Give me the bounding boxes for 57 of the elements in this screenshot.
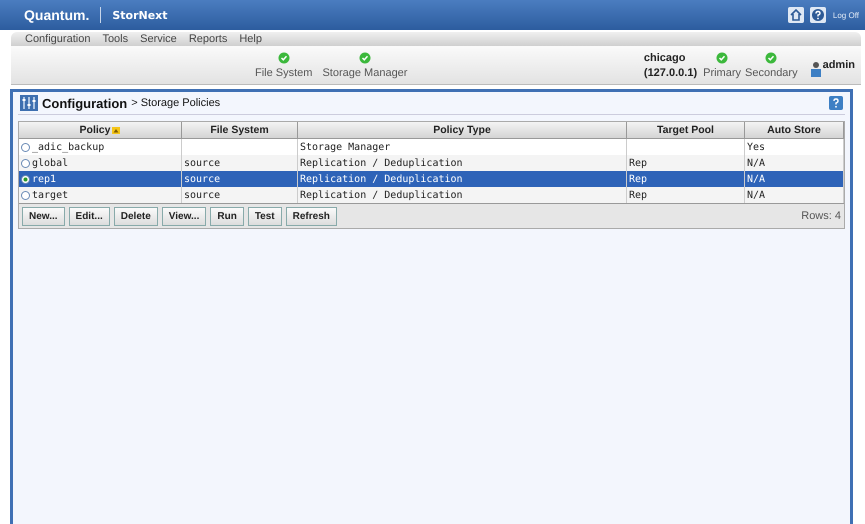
table-cell: rep1 (32, 174, 56, 184)
action-button[interactable]: Delete (114, 206, 158, 226)
service-label: File System (255, 66, 312, 78)
table-row[interactable]: target source Replication / Deduplication Rep N/A (19, 187, 844, 203)
column-header[interactable]: Target Pool (627, 122, 745, 138)
table-cell: source (184, 190, 220, 200)
menu-item[interactable]: Help (239, 33, 262, 45)
service-label: Storage Manager (322, 66, 408, 78)
page-title: > Storage Policies (131, 97, 220, 109)
table-cell: Replication / Deduplication (300, 158, 463, 168)
column-header[interactable]: Policy Type (298, 122, 627, 138)
table-cell: target (32, 190, 68, 200)
column-header[interactable]: File System (182, 122, 298, 138)
logo-text: Quantum. (24, 7, 90, 23)
menu-item[interactable]: Reports (188, 33, 228, 45)
column-header[interactable]: Auto Store (745, 122, 844, 138)
node-label: Primary (703, 66, 741, 78)
action-button[interactable]: Test (248, 206, 282, 226)
table-row[interactable]: _adic_backup Storage Manager Yes (19, 139, 844, 155)
user-name: admin (822, 59, 855, 71)
table-cell: Replication / Deduplication (300, 190, 463, 200)
table-cell: global (32, 158, 68, 168)
action-button[interactable]: View... (162, 206, 206, 226)
row-count: Rows: 4 (801, 210, 841, 222)
breadcrumb-root[interactable]: Configuration (42, 96, 128, 110)
table-cell: Rep (629, 158, 648, 168)
product-name: StorNext (112, 8, 168, 22)
menu-item[interactable]: Service (140, 33, 177, 45)
table-cell: Replication / Deduplication (300, 174, 463, 184)
table-cell: N/A (747, 190, 766, 200)
configuration-icon (20, 95, 38, 111)
home-icon[interactable] (788, 7, 804, 23)
table-cell: Storage Manager (300, 142, 390, 152)
column-header[interactable]: Policy (19, 122, 182, 138)
action-button[interactable]: Edit... (68, 206, 110, 226)
help-icon[interactable] (829, 96, 843, 110)
table-cell: Rep (629, 174, 648, 184)
node-label: Secondary (745, 66, 798, 78)
server-name: chicago (644, 52, 686, 64)
log-off-link[interactable]: Log Off (832, 10, 859, 20)
table-cell: Rep (629, 190, 648, 200)
action-button[interactable]: New... (22, 206, 65, 226)
table-cell: source (184, 174, 220, 184)
action-button[interactable]: Run (210, 206, 244, 226)
table-cell: _adic_backup (32, 142, 104, 152)
table-cell: N/A (747, 158, 766, 168)
menu-item[interactable]: Tools (102, 33, 128, 45)
menu-item[interactable]: Configuration (25, 33, 90, 45)
table-row[interactable]: rep1 source Replication / Deduplication Rep N/A (19, 171, 844, 187)
table-cell: source (184, 158, 220, 168)
action-button[interactable]: Refresh (286, 206, 337, 226)
server-address: (127.0.0.1) (644, 66, 698, 78)
table-cell: N/A (747, 174, 766, 184)
table-row[interactable]: global source Replication / Deduplication Rep N/A (19, 155, 844, 171)
user-icon (810, 61, 822, 77)
help-icon[interactable] (810, 7, 826, 23)
table-cell: Yes (747, 142, 766, 152)
